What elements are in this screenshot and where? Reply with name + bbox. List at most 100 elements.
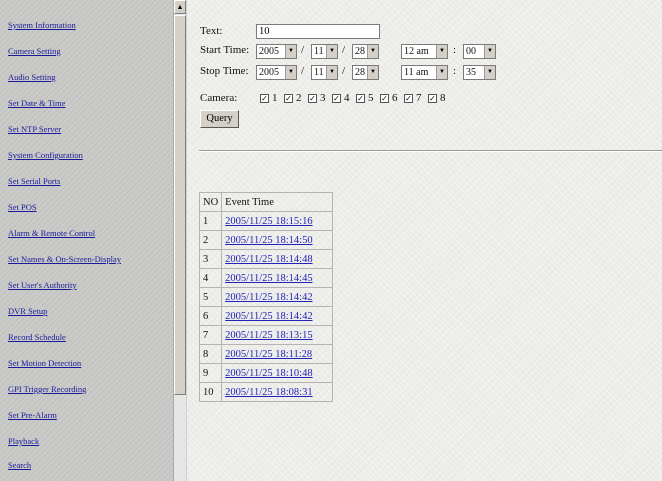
stop-minute-value: 35 [466, 67, 476, 78]
table-row: 10 2005/11/25 18:08:31 [198, 382, 334, 402]
row-number: 4 [198, 268, 223, 288]
event-time-link[interactable]: 2005/11/25 18:15:16 [225, 216, 312, 227]
row-number: 2 [198, 230, 223, 250]
date-separator: / [342, 44, 346, 56]
sidebar-item-record-schedule[interactable]: Record Schedule [8, 332, 66, 342]
table-row: 7 2005/11/25 18:13:15 [198, 325, 334, 345]
sidebar-item-set-users-authority[interactable]: Set User's Authority [8, 280, 77, 290]
sidebar-item-system-information[interactable]: System Information [8, 20, 76, 30]
column-header-no: NO [198, 192, 223, 212]
stop-month-select[interactable]: 11 ▼ [311, 65, 338, 80]
camera-7-checkbox[interactable]: ✓ [404, 94, 413, 103]
text-input[interactable] [256, 24, 380, 39]
stop-day-select[interactable]: 28 ▼ [352, 65, 379, 80]
chevron-down-icon[interactable]: ▼ [436, 45, 447, 58]
camera-1-label: 1 [272, 92, 278, 104]
sidebar-item-gpi-trigger-recording[interactable]: GPI Trigger Recording [8, 384, 86, 394]
camera-6-checkbox[interactable]: ✓ [380, 94, 389, 103]
camera-8-checkbox[interactable]: ✓ [428, 94, 437, 103]
chevron-down-icon[interactable]: ▼ [484, 45, 495, 58]
main-content: Text: Start Time: 2005 ▼ / 11 ▼ / 28 ▼ 1… [187, 0, 662, 481]
sidebar-scrollbar[interactable]: ▲ [173, 0, 187, 481]
chevron-down-icon[interactable]: ▼ [326, 66, 337, 79]
start-month-select[interactable]: 11 ▼ [311, 44, 338, 59]
event-time-link[interactable]: 2005/11/25 18:10:48 [225, 368, 312, 379]
chevron-down-icon[interactable]: ▼ [326, 45, 337, 58]
start-minute-value: 00 [466, 46, 476, 57]
table-row: 5 2005/11/25 18:14:42 [198, 287, 334, 307]
chevron-down-icon[interactable]: ▼ [436, 66, 447, 79]
row-number: 9 [198, 363, 223, 383]
sidebar-item-set-ntp-server[interactable]: Set NTP Server [8, 124, 61, 134]
sidebar-item-system-configuration[interactable]: System Configuration [8, 150, 83, 160]
table-row: 8 2005/11/25 18:11:28 [198, 344, 334, 364]
camera-5-label: 5 [368, 92, 374, 104]
sidebar-item-dvr-setup[interactable]: DVR Setup [8, 306, 47, 316]
query-button[interactable]: Query [200, 110, 239, 128]
start-time-label: Start Time: [200, 44, 250, 56]
stop-hour-value: 11 am [404, 67, 429, 78]
stop-hour-select[interactable]: 11 am ▼ [401, 65, 448, 80]
camera-1-checkbox[interactable]: ✓ [260, 94, 269, 103]
row-number: 5 [198, 287, 223, 307]
event-time-link[interactable]: 2005/11/25 18:11:28 [225, 349, 312, 360]
camera-4-checkbox[interactable]: ✓ [332, 94, 341, 103]
start-hour-value: 12 am [404, 46, 429, 57]
sidebar-item-audio-setting[interactable]: Audio Setting [8, 72, 55, 82]
date-separator: / [301, 44, 305, 56]
camera-label: Camera: [200, 92, 238, 104]
event-time-link[interactable]: 2005/11/25 18:14:48 [225, 254, 312, 265]
event-time-link[interactable]: 2005/11/25 18:13:15 [225, 330, 312, 341]
event-time-link[interactable]: 2005/11/25 18:14:50 [225, 235, 312, 246]
stop-month-value: 11 [314, 67, 324, 78]
stop-year-select[interactable]: 2005 ▼ [256, 65, 297, 80]
chevron-down-icon[interactable]: ▼ [285, 45, 296, 58]
chevron-down-icon[interactable]: ▼ [285, 66, 296, 79]
scroll-up-icon[interactable]: ▲ [174, 0, 186, 14]
start-year-value: 2005 [259, 46, 279, 57]
start-hour-select[interactable]: 12 am ▼ [401, 44, 448, 59]
chevron-down-icon[interactable]: ▼ [484, 66, 495, 79]
event-time-link[interactable]: 2005/11/25 18:14:42 [225, 292, 312, 303]
start-minute-select[interactable]: 00 ▼ [463, 44, 496, 59]
text-label: Text: [200, 25, 223, 37]
chevron-down-icon[interactable]: ▼ [367, 45, 378, 58]
row-number: 6 [198, 306, 223, 326]
event-time-link[interactable]: 2005/11/25 18:14:45 [225, 273, 312, 284]
camera-4-label: 4 [344, 92, 350, 104]
start-day-value: 28 [355, 46, 365, 57]
sidebar-item-search[interactable]: Search [8, 460, 31, 470]
sidebar-item-playback[interactable]: Playback [8, 436, 39, 446]
start-year-select[interactable]: 2005 ▼ [256, 44, 297, 59]
sidebar-item-set-date-time[interactable]: Set Date & Time [8, 98, 65, 108]
stop-minute-select[interactable]: 35 ▼ [463, 65, 496, 80]
sidebar-item-set-pre-alarm[interactable]: Set Pre-Alarm [8, 410, 57, 420]
row-number: 10 [198, 382, 223, 402]
sidebar-nav: System Information Camera Setting Audio … [0, 0, 173, 481]
event-time-link[interactable]: 2005/11/25 18:14:42 [225, 311, 312, 322]
row-number: 3 [198, 249, 223, 269]
stop-day-value: 28 [355, 67, 365, 78]
sidebar-item-set-serial-ports[interactable]: Set Serial Ports [8, 176, 60, 186]
camera-3-checkbox[interactable]: ✓ [308, 94, 317, 103]
table-row: 6 2005/11/25 18:14:42 [198, 306, 334, 326]
date-separator: / [301, 65, 305, 77]
time-separator: : [453, 44, 457, 56]
start-day-select[interactable]: 28 ▼ [352, 44, 379, 59]
start-month-value: 11 [314, 46, 324, 57]
stop-time-label: Stop Time: [200, 65, 249, 77]
sidebar-item-set-names-osd[interactable]: Set Names & On-Screen-Display [8, 254, 121, 264]
camera-5-checkbox[interactable]: ✓ [356, 94, 365, 103]
table-row: 3 2005/11/25 18:14:48 [198, 249, 334, 269]
sidebar-item-alarm-remote-control[interactable]: Alarm & Remote Control [8, 228, 95, 238]
event-time-link[interactable]: 2005/11/25 18:08:31 [225, 387, 312, 398]
scroll-thumb[interactable] [174, 15, 186, 395]
sidebar-item-set-motion-detection[interactable]: Set Motion Detection [8, 358, 81, 368]
row-number: 1 [198, 211, 223, 231]
table-row: 4 2005/11/25 18:14:45 [198, 268, 334, 288]
sidebar-item-camera-setting[interactable]: Camera Setting [8, 46, 61, 56]
chevron-down-icon[interactable]: ▼ [367, 66, 378, 79]
sidebar-item-set-pos[interactable]: Set POS [8, 202, 37, 212]
camera-2-checkbox[interactable]: ✓ [284, 94, 293, 103]
camera-6-label: 6 [392, 92, 398, 104]
